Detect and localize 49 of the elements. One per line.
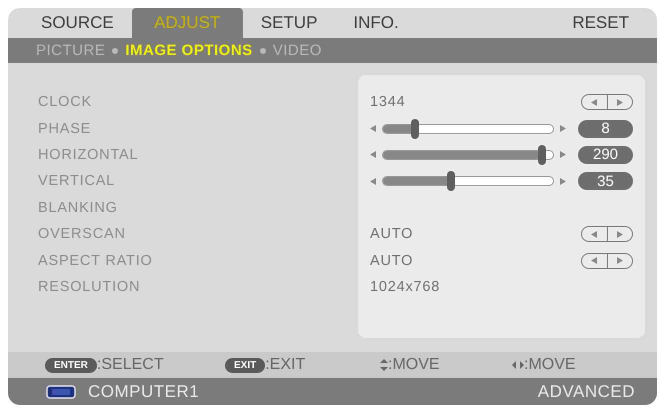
monitor-icon (46, 384, 76, 398)
adjust-arrows[interactable] (581, 252, 633, 269)
left-arrow-icon (370, 125, 376, 132)
setting-label[interactable]: PHASE (38, 120, 92, 137)
setting-value: 1344 (370, 94, 406, 110)
up-down-arrow-icon (380, 359, 388, 371)
left-arrow-icon (370, 178, 376, 185)
submenu-tab[interactable]: IMAGE OPTIONS (125, 42, 253, 59)
menu-tab[interactable]: SOURCE (23, 8, 132, 38)
slider[interactable] (382, 171, 554, 192)
key-label: EXIT (225, 358, 266, 372)
setting-value: 1024x768 (370, 278, 440, 295)
setting-label[interactable]: VERTICAL (38, 173, 116, 190)
right-arrow-icon (560, 125, 566, 132)
setting-label[interactable]: CLOCK (38, 94, 92, 110)
setting-label[interactable]: HORIZONTAL (38, 146, 138, 163)
setting-label[interactable]: BLANKING (38, 200, 118, 216)
slider-thumb[interactable] (446, 171, 455, 192)
hint-text: :MOVE (524, 356, 576, 374)
submenu-tab[interactable]: PICTURE (36, 42, 106, 59)
value-reading: 35 (578, 172, 633, 190)
setting-value: AUTO (370, 252, 414, 269)
left-arrow-icon (370, 151, 376, 158)
setting-label[interactable]: RESOLUTION (38, 278, 140, 295)
source-name: COMPUTER1 (88, 382, 200, 402)
value-reading: 8 (578, 120, 633, 138)
hint-text: :MOVE (388, 356, 440, 374)
menu-tab[interactable]: INFO. (335, 8, 417, 38)
right-arrow-icon (560, 178, 566, 185)
slider-thumb[interactable] (538, 144, 546, 165)
left-right-arrow-icon (512, 361, 524, 369)
hint-text: :SELECT (96, 356, 164, 374)
menu-tab[interactable]: SETUP (242, 8, 336, 38)
hint-text: :EXIT (265, 356, 306, 374)
slider-thumb[interactable] (410, 118, 419, 139)
setting-value: AUTO (370, 226, 414, 242)
submenu-tab[interactable]: VIDEO (272, 42, 322, 59)
menu-tab[interactable]: RESET (554, 8, 647, 38)
adjust-arrows[interactable] (581, 226, 633, 242)
right-arrow-icon (560, 151, 566, 158)
slider[interactable] (382, 118, 554, 139)
mode-label: ADVANCED (538, 382, 635, 402)
value-reading: 290 (578, 146, 633, 164)
slider[interactable] (382, 144, 554, 165)
key-label: ENTER (45, 358, 97, 372)
adjust-arrows[interactable] (581, 94, 633, 110)
setting-label[interactable]: ASPECT RATIO (38, 252, 153, 269)
menu-tab[interactable]: ADJUST (132, 8, 243, 38)
setting-label[interactable]: OVERSCAN (38, 226, 126, 242)
